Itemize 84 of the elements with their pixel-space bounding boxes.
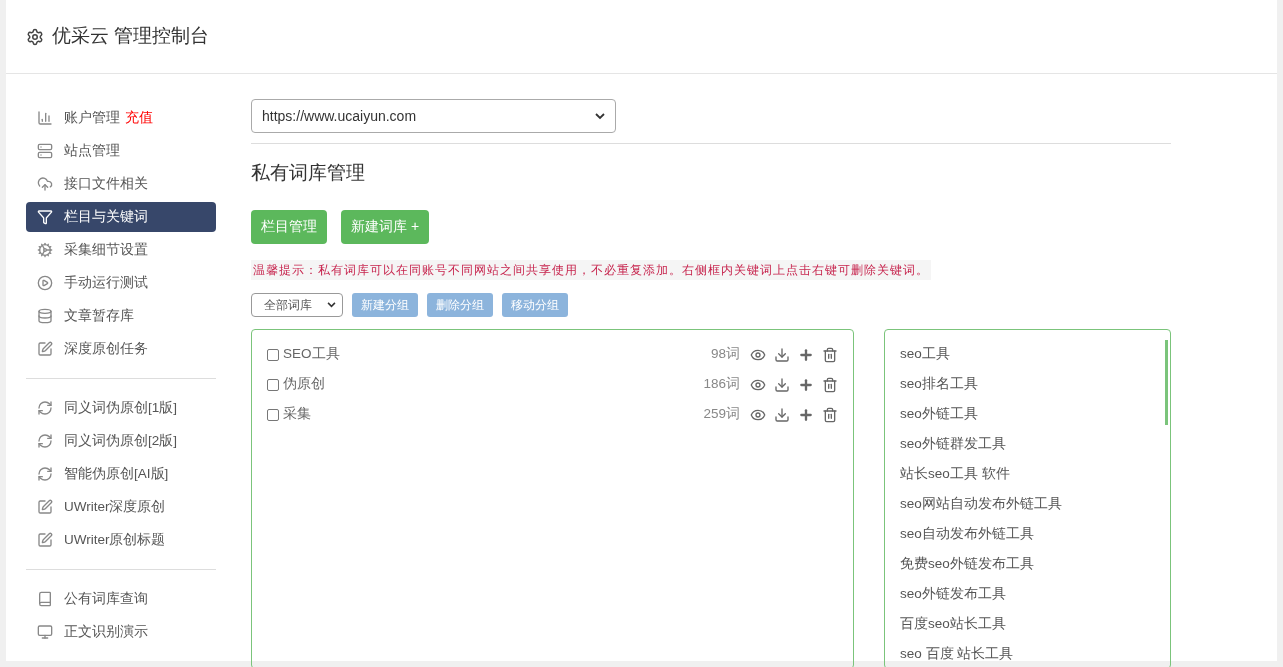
add-icon[interactable] bbox=[798, 406, 814, 423]
server-icon bbox=[37, 143, 53, 159]
library-name[interactable]: SEO工具 bbox=[283, 344, 340, 365]
delete-icon[interactable] bbox=[822, 346, 838, 363]
checkbox[interactable] bbox=[267, 348, 279, 361]
keyword-item[interactable]: 站长seo工具 软件 bbox=[900, 459, 1155, 490]
add-icon[interactable] bbox=[798, 376, 814, 393]
edit-icon bbox=[37, 499, 53, 515]
group-select[interactable]: 全部词库 bbox=[251, 292, 343, 317]
sidebar-label: 接口文件相关 bbox=[64, 174, 148, 193]
sidebar-label: 文章暂存库 bbox=[64, 306, 134, 325]
site-select[interactable]: https://www.ucaiyun.com bbox=[251, 99, 616, 133]
word-count: 98词 bbox=[710, 345, 740, 364]
sidebar-label: UWriter深度原创 bbox=[64, 497, 166, 516]
download-icon[interactable] bbox=[774, 376, 790, 393]
chart-icon bbox=[37, 110, 53, 126]
chevron-icon bbox=[595, 112, 605, 120]
page-header-title: 优采云 管理控制台 bbox=[52, 24, 210, 49]
library-name[interactable]: 采集 bbox=[283, 404, 311, 425]
sidebar-label: 同义词伪原创[1版] bbox=[64, 398, 177, 417]
cloud-upload-icon bbox=[37, 176, 53, 192]
keyword-item[interactable]: seo排名工具 bbox=[900, 369, 1155, 400]
sidebar-label: 公有词库查询 bbox=[64, 589, 148, 608]
keyword-item[interactable]: seo工具 bbox=[900, 339, 1155, 370]
recharge-link[interactable]: 充值 bbox=[125, 107, 153, 129]
sidebar-item[interactable]: 智能伪原创[AI版] bbox=[26, 459, 216, 489]
sidebar-label: 同义词伪原创[2版] bbox=[64, 431, 177, 450]
delete-icon[interactable] bbox=[822, 376, 838, 393]
delete-icon[interactable] bbox=[822, 406, 838, 423]
chevron-icon bbox=[327, 301, 336, 308]
sidebar-label: 深度原创任务 bbox=[64, 339, 148, 358]
sidebar-item[interactable]: 栏目与关键词 bbox=[26, 202, 216, 232]
sidebar-item[interactable]: UWriter深度原创 bbox=[26, 492, 216, 522]
sidebar-label: 手动运行测试 bbox=[64, 273, 148, 292]
add-icon[interactable] bbox=[798, 346, 814, 363]
keyword-item[interactable]: 免费seo外链发布工具 bbox=[900, 549, 1155, 580]
keyword-item[interactable]: 百度seo站长工具 bbox=[900, 609, 1155, 640]
sidebar-label: 正文识别演示 bbox=[64, 622, 148, 641]
keyword-item[interactable]: seo外链群发工具 bbox=[900, 429, 1155, 460]
sidebar-label: 采集细节设置 bbox=[64, 240, 148, 259]
checkbox[interactable] bbox=[267, 408, 279, 421]
monitor-icon bbox=[37, 624, 53, 640]
keyword-item[interactable]: seo 百度 站长工具 bbox=[900, 639, 1155, 667]
edit-icon bbox=[37, 341, 53, 357]
checkbox[interactable] bbox=[267, 378, 279, 391]
sidebar-item[interactable]: 正文识别演示 bbox=[26, 617, 216, 647]
refresh-icon bbox=[37, 433, 53, 449]
tip-text: 温馨提示：私有词库可以在同账号不同网站之间共享使用，不必重复添加。右侧框内关键词上点击右键可删除关键词。 bbox=[251, 259, 931, 280]
word-count: 259词 bbox=[703, 405, 740, 424]
play-icon bbox=[37, 275, 53, 291]
keyword-item[interactable]: seo自动发布外链工具 bbox=[900, 519, 1155, 550]
gears-icon bbox=[37, 242, 53, 258]
keyword-item[interactable]: seo外链工具 bbox=[900, 399, 1155, 430]
sidebar-item[interactable]: 接口文件相关 bbox=[26, 169, 216, 199]
database-icon bbox=[37, 308, 53, 324]
refresh-icon bbox=[37, 400, 53, 416]
filter-icon bbox=[37, 209, 53, 225]
sidebar-item[interactable]: 同义词伪原创[1版] bbox=[26, 393, 216, 423]
refresh-icon bbox=[37, 466, 53, 482]
sidebar-item[interactable]: 手动运行测试 bbox=[26, 268, 216, 298]
sidebar-item[interactable]: 同义词伪原创[2版] bbox=[26, 426, 216, 456]
sidebar-item[interactable]: 深度原创任务 bbox=[26, 334, 216, 364]
sidebar-item[interactable]: UWriter原创标题 bbox=[26, 525, 216, 555]
keyword-item[interactable]: seo网站自动发布外链工具 bbox=[900, 489, 1155, 520]
sidebar-label: 智能伪原创[AI版] bbox=[64, 464, 169, 483]
sidebar-item[interactable]: 公有词库查询 bbox=[26, 584, 216, 614]
keyword-item[interactable]: seo外链发布工具 bbox=[900, 579, 1155, 610]
library-name[interactable]: 伪原创 bbox=[283, 374, 325, 395]
download-icon[interactable] bbox=[774, 406, 790, 423]
word-count: 186词 bbox=[703, 375, 740, 394]
settings-icon bbox=[26, 27, 44, 46]
download-icon[interactable] bbox=[774, 346, 790, 363]
sidebar-label: 站点管理 bbox=[64, 141, 120, 160]
edit-icon bbox=[37, 532, 53, 548]
sidebar-item[interactable]: 文章暂存库 bbox=[26, 301, 216, 331]
sidebar-item[interactable]: 账户管理 充值 bbox=[26, 103, 216, 133]
section-title: 私有词库管理 bbox=[251, 161, 366, 185]
sidebar-label: 栏目与关键词 bbox=[64, 207, 148, 226]
scrollbar[interactable] bbox=[1165, 339, 1168, 425]
sidebar-item[interactable]: 采集细节设置 bbox=[26, 235, 216, 265]
sidebar-item[interactable]: 站点管理 bbox=[26, 136, 216, 166]
book-icon bbox=[37, 591, 53, 607]
sidebar-label: UWriter原创标题 bbox=[64, 530, 166, 549]
sidebar-label: 账户管理 bbox=[64, 108, 120, 127]
